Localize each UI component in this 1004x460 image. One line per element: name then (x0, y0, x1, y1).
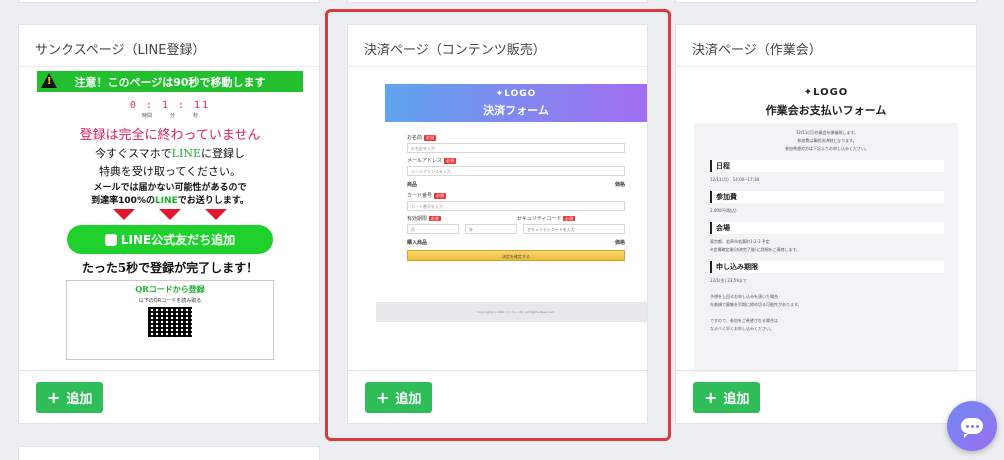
add-button[interactable]: + 追加 (36, 382, 104, 413)
arrow-down-icon (159, 209, 181, 220)
warning-icon (41, 73, 57, 88)
card-preview[interactable]: 注意！このページは90秒で移動します 0 : 1 : 11 時間 分 秒 登録は… (19, 67, 319, 372)
timer-units: 時間 分 秒 (141, 113, 199, 119)
card-stub (675, 0, 977, 3)
note-text: メールでは届かない可能性があるので 到達率100%のLINEでお送りします。 (91, 183, 249, 206)
plus-icon: + (704, 387, 718, 407)
workshop-form-preview: ✦LOGO 作業会お支払いフォーム 12/11(月)作業会を開催致します。 参加… (694, 67, 958, 372)
chat-bubble-icon (961, 418, 983, 438)
instruction-line: 特典を受け取ってください。 (98, 165, 242, 178)
card-preview[interactable]: ✦LOGO 決済フォーム お名前 必須 お名前を入力 メールアドレス 必須 メールア… (348, 67, 647, 372)
card-preview[interactable]: ✦LOGO 作業会お支払いフォーム 12/11(月)作業会を開催致します。 参加… (676, 67, 976, 372)
card-stub (347, 0, 648, 3)
thanks-page-preview: 注意！このページは90秒で移動します 0 : 1 : 11 時間 分 秒 登録は… (37, 67, 303, 372)
template-card-payment-workshop[interactable]: 決済ページ（作業会） ✦LOGO 作業会お支払いフォーム 12/11(月)作業会… (675, 24, 977, 424)
qr-box: QRコードから登録 以下のQRコードを読み取る (66, 280, 274, 360)
qr-code-icon (148, 307, 192, 337)
warning-banner: 注意！このページは90秒で移動します (37, 71, 303, 92)
line-add-friend-button: LINE公式友だち追加 (67, 225, 273, 254)
logo: ✦LOGO (495, 89, 537, 99)
arrow-down-icon (205, 209, 227, 220)
countdown-timer: 0 : 1 : 11 (129, 100, 211, 111)
arrow-down-icon (113, 209, 135, 220)
copyright: Copyright(c) 2020 ○○ Co., Ltd. All Right… (376, 302, 647, 322)
plus-icon: + (47, 387, 61, 407)
card-title: 決済ページ（コンテンツ販売） (348, 25, 647, 67)
preview-body: 12/11(月)作業会を開催致します。 参加費は事前決済制となります。 参加希望… (694, 123, 958, 372)
card-footer: + 追加 (348, 370, 647, 423)
chat-support-button[interactable] (947, 401, 997, 451)
template-card-next[interactable] (18, 446, 320, 460)
five-seconds-text: たった5秒で登録が完了します！ (81, 261, 259, 275)
card-footer: + 追加 (676, 370, 976, 423)
card-title: 決済ページ（作業会） (676, 25, 976, 67)
add-button[interactable]: + 追加 (365, 382, 433, 413)
logo: ✦LOGO (803, 87, 849, 98)
line-icon (104, 233, 117, 246)
card-footer: + 追加 (19, 370, 319, 423)
payment-form-preview: ✦LOGO 決済フォーム お名前 必須 お名前を入力 メールアドレス 必須 メールア… (376, 84, 647, 322)
preview-form: お名前 必須 お名前を入力 メールアドレス 必須 メールアドレスを入力 商品 価格 カ… (407, 134, 625, 261)
down-arrows (37, 209, 303, 220)
card-stub (18, 0, 320, 3)
pay-button: 決定を確定する (407, 250, 625, 261)
preview-header: ✦LOGO 決済フォーム (385, 84, 647, 122)
plus-icon: + (376, 387, 390, 407)
add-button[interactable]: + 追加 (693, 382, 761, 413)
card-title: サンクスページ（LINE登録） (19, 25, 319, 67)
instruction-line: 今すぐスマホでLINEに登録し (95, 147, 245, 160)
template-card-thanks-line[interactable]: サンクスページ（LINE登録） 注意！このページは90秒で移動します 0 : 1… (18, 24, 320, 424)
headline: 登録は完全に終わっていません (79, 128, 261, 143)
template-card-payment-content[interactable]: 決済ページ（コンテンツ販売） ✦LOGO 決済フォーム お名前 必須 お名前を入力… (347, 24, 648, 424)
